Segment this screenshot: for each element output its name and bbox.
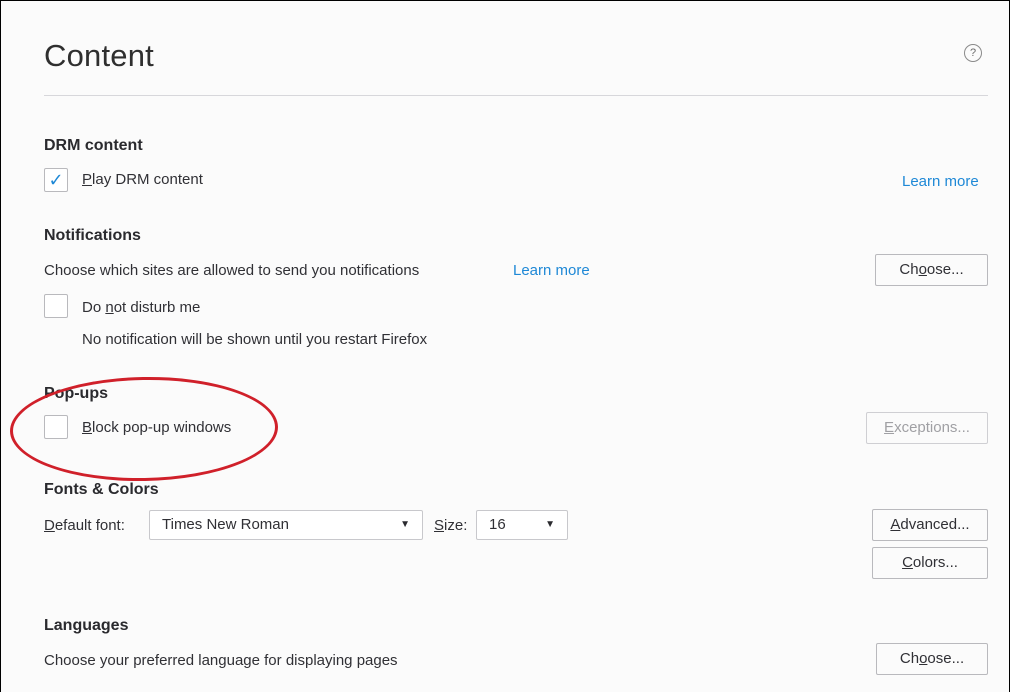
notifications-learn-more-link[interactable]: Learn more [513,262,590,279]
checkmark-icon: ✓ [48,170,64,190]
languages-section-heading: Languages [44,617,129,634]
notifications-section-heading: Notifications [44,227,141,244]
play-drm-label[interactable]: Play DRM content [82,171,203,188]
font-size-select[interactable]: 16 ▼ [476,510,568,540]
size-label: Size: [434,517,468,534]
do-not-disturb-label[interactable]: Do not disturb me [82,299,200,316]
default-font-label: Default font: [44,517,125,534]
notifications-choose-button[interactable]: Choose... [875,254,988,286]
page-title: Content [44,38,154,73]
popups-exceptions-button[interactable]: Exceptions... [866,412,988,444]
languages-choose-button[interactable]: Choose... [876,643,988,675]
do-not-disturb-note: No notification will be shown until you … [82,331,428,348]
fonts-colors-button[interactable]: Colors... [872,547,988,579]
fonts-advanced-button[interactable]: Advanced... [872,509,988,541]
font-size-value: 16 [489,516,506,533]
notifications-description: Choose which sites are allowed to send y… [44,262,420,279]
do-not-disturb-checkbox[interactable] [44,294,68,318]
dropdown-arrow-icon: ▼ [545,519,555,530]
title-divider [44,95,988,96]
help-icon[interactable]: ? [964,44,982,62]
fonts-section-heading: Fonts & Colors [44,481,159,498]
dropdown-arrow-icon: ▼ [400,519,410,530]
play-drm-checkbox[interactable]: ✓ [44,168,68,192]
default-font-value: Times New Roman [162,516,289,533]
drm-section-heading: DRM content [44,137,143,154]
default-font-select[interactable]: Times New Roman ▼ [149,510,423,540]
play-drm-label-text: lay DRM content [92,171,203,188]
drm-learn-more-link[interactable]: Learn more [902,173,979,190]
languages-description: Choose your preferred language for displ… [44,652,398,669]
